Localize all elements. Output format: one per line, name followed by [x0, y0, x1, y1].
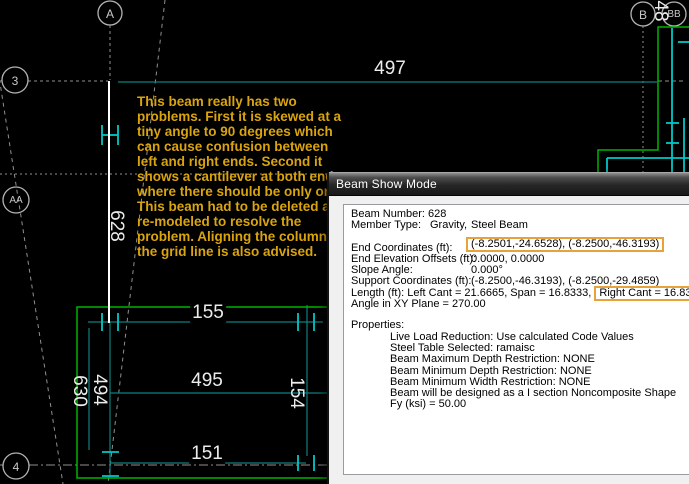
- annotation-line: re-modeled to resolve the: [137, 214, 351, 229]
- ram-model-window: 497 155 495 151 628 630 494 154 48 A 3 A…: [0, 0, 689, 484]
- angle-xy-label: Angle in XY Plane = 270.00: [351, 298, 486, 310]
- grid-bubble-BB: BB: [667, 9, 680, 21]
- row-angle-xy: Angle in XY Plane = 270.00: [351, 299, 689, 310]
- dim-label-155: 155: [190, 303, 226, 323]
- annotation-line: can cause confusion between: [137, 139, 351, 154]
- dialog-titlebar[interactable]: Beam Show Mode: [329, 172, 689, 196]
- row-member-type: Member Type: Gravity, Steel Beam: [351, 220, 689, 231]
- grid-bubble-3: 3: [12, 75, 19, 87]
- member-type-gravity: Gravity,: [430, 220, 467, 231]
- beam-show-mode-dialog: Beam Show Mode Beam Number: 628 Member T…: [327, 172, 689, 484]
- properties-header: Properties:: [351, 319, 404, 331]
- dim-label-494: 494: [89, 372, 109, 408]
- grid-bubble-B: B: [639, 9, 647, 21]
- annotation-line: This beam really has two: [137, 94, 351, 109]
- annotation-line: where there should be only one.: [137, 184, 351, 199]
- member-type-label: Member Type:: [351, 219, 421, 231]
- annotation-line: problem. Aligning the columns to: [137, 229, 351, 244]
- property-line: Beam Maximum Depth Restriction: NONE: [351, 354, 689, 365]
- right-cant-value: Right Cant = 16.8333: [599, 287, 689, 299]
- member-type-steel-beam: Steel Beam: [471, 220, 528, 231]
- grid-bubble-A: A: [106, 8, 114, 20]
- dim-label-154: 154: [286, 375, 306, 411]
- annotation-line: left and right ends. Second it: [137, 154, 351, 169]
- property-line: Fy (ksi) = 50.00: [351, 399, 689, 410]
- annotation-text: This beam really has two problems. First…: [137, 94, 351, 259]
- end-elevation-label: End Elevation Offsets (ft):: [351, 253, 476, 265]
- annotation-line: This beam had to be deleted and: [137, 199, 351, 214]
- beam-number-label: Beam Number:: [351, 208, 425, 220]
- end-coordinates-label: End Coordinates (ft):: [351, 242, 453, 254]
- dialog-title: Beam Show Mode: [336, 177, 437, 191]
- annotation-line: tiny angle to 90 degrees which: [137, 124, 351, 139]
- grid-bubble-4: 4: [13, 461, 20, 473]
- annotation-line: the grid line is also advised.: [137, 244, 351, 259]
- annotation-line: problems. First it is skewed at a: [137, 109, 351, 124]
- row-properties-header: Properties:: [351, 320, 689, 331]
- dim-label-628: 628: [106, 208, 126, 244]
- dialog-content-panel: Beam Number: 628 Member Type: Gravity, S…: [343, 204, 689, 475]
- grid-bubble-AA: AA: [9, 195, 22, 207]
- length-prefix: Length (ft): Left Cant = 21.6665, Span =…: [351, 287, 591, 299]
- dim-label-495: 495: [189, 371, 225, 391]
- support-coordinates-label: Support Coordinates (ft):: [351, 275, 471, 287]
- beam-number-value: 628: [428, 208, 446, 220]
- end-coordinates-highlight-box: (-8.2501,-24.6528), (-8.2500,-46.3193): [466, 237, 664, 252]
- end-coordinates-value: (-8.2501,-24.6528), (-8.2500,-46.3193): [471, 238, 659, 250]
- annotation-line: shows a cantilever at both ends: [137, 169, 351, 184]
- slope-angle-label: Slope Angle:: [351, 264, 413, 276]
- dim-label-497: 497: [372, 59, 408, 79]
- dim-label-151: 151: [189, 444, 225, 464]
- dim-label-630: 630: [69, 373, 89, 409]
